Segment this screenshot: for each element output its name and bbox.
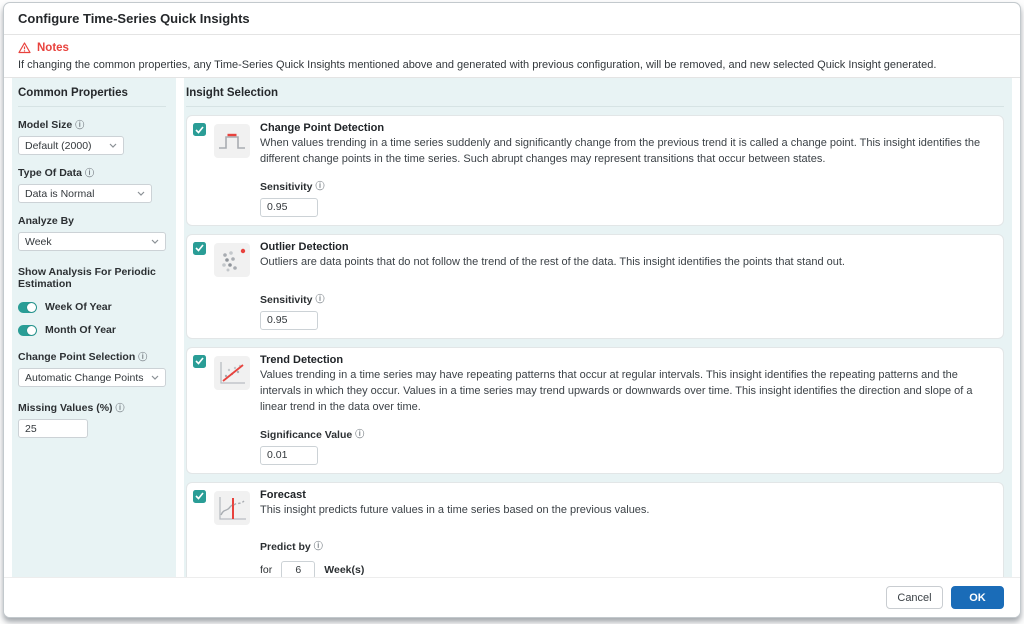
notes-section: Notes If changing the common properties,…	[4, 35, 1020, 78]
cancel-button[interactable]: Cancel	[886, 586, 943, 609]
dialog-title: Configure Time-Series Quick Insights	[18, 11, 250, 26]
missing-values-label: Missing Values (%)	[18, 402, 113, 414]
chevron-down-icon	[137, 191, 145, 196]
change-point-detection-card: Change Point Detection When values trend…	[186, 115, 1004, 226]
change-point-selection-dropdown[interactable]: Automatic Change Points	[18, 368, 166, 387]
month-of-year-row: Month Of Year	[18, 324, 166, 336]
chevron-down-icon	[151, 375, 159, 380]
insight-selection-title: Insight Selection	[186, 78, 1004, 107]
outlier-icon	[214, 242, 250, 277]
forecast-checkbox[interactable]	[193, 489, 206, 503]
model-size-dropdown[interactable]: Default (2000)	[18, 136, 124, 155]
change-point-detection-checkbox[interactable]	[193, 123, 206, 136]
sensitivity-input[interactable]	[260, 310, 318, 330]
analyze-by-value: Week	[25, 235, 52, 248]
model-size-label: Model Size	[18, 119, 73, 131]
title-bar: Configure Time-Series Quick Insights	[4, 3, 1020, 35]
card-description: Values trending in a time series may hav…	[260, 368, 973, 413]
week-of-year-toggle[interactable]	[18, 301, 37, 313]
predict-by-input[interactable]	[281, 560, 316, 577]
month-of-year-toggle[interactable]	[18, 324, 37, 336]
model-size-value: Default (2000)	[25, 139, 92, 152]
sensitivity-label: Sensitivity	[260, 180, 313, 193]
analyze-by-label: Analyze By	[18, 215, 75, 227]
info-icon[interactable]: ⓘ	[314, 542, 323, 551]
notes-text: If changing the common properties, any T…	[18, 59, 937, 71]
info-icon[interactable]: ⓘ	[116, 403, 125, 413]
card-title: Change Point Detection	[260, 122, 385, 134]
notes-label: Notes	[37, 42, 69, 54]
forecast-card: Forecast This insight predicts future va…	[186, 481, 1004, 577]
chevron-down-icon	[109, 143, 117, 148]
warning-icon	[18, 42, 31, 54]
insight-selection-panel: Insight Selection Change Point Detection…	[184, 78, 1012, 577]
predict-by-label: Predict by	[260, 540, 311, 553]
trend-detection-card: Trend Detection Values trending in a tim…	[186, 346, 1004, 474]
forecast-icon	[214, 490, 250, 525]
common-properties-panel: Common Properties Model Size ⓘ Default (…	[12, 78, 176, 577]
trend-icon	[214, 355, 250, 390]
info-icon[interactable]: ⓘ	[355, 430, 364, 439]
missing-values-input[interactable]	[18, 419, 88, 438]
week-of-year-row: Week Of Year	[18, 301, 166, 313]
for-label: for	[260, 563, 273, 576]
info-icon[interactable]: ⓘ	[138, 352, 147, 362]
outlier-detection-card: Outlier Detection Outliers are data poin…	[186, 233, 1004, 339]
predict-row: for Week(s)	[260, 560, 993, 577]
ok-button[interactable]: OK	[951, 586, 1004, 609]
chevron-down-icon	[151, 239, 159, 244]
change-point-selection-value: Automatic Change Points	[25, 371, 144, 384]
outlier-detection-checkbox[interactable]	[193, 241, 206, 255]
type-of-data-label: Type Of Data	[18, 167, 82, 179]
significance-value-input[interactable]	[260, 445, 318, 465]
info-icon[interactable]: ⓘ	[85, 168, 94, 178]
change-point-icon	[214, 124, 250, 158]
card-description: When values trending in a time series su…	[260, 137, 981, 165]
info-icon[interactable]: ⓘ	[316, 295, 325, 304]
card-title: Trend Detection	[260, 353, 344, 366]
card-description: Outliers are data points that do not fol…	[260, 255, 845, 268]
weeks-unit-label: Week(s)	[324, 563, 365, 576]
main-area: Common Properties Model Size ⓘ Default (…	[4, 78, 1020, 577]
card-title: Forecast	[260, 488, 306, 501]
type-of-data-value: Data is Normal	[25, 187, 95, 200]
sensitivity-input[interactable]	[260, 197, 318, 217]
footer-bar: Cancel OK	[4, 577, 1020, 617]
common-properties-title: Common Properties	[18, 78, 166, 107]
change-point-selection-label: Change Point Selection	[18, 351, 136, 363]
month-of-year-label: Month Of Year	[45, 324, 116, 336]
type-of-data-dropdown[interactable]: Data is Normal	[18, 184, 152, 203]
card-title: Outlier Detection	[260, 240, 349, 253]
info-icon[interactable]: ⓘ	[316, 182, 325, 191]
significance-value-label: Significance Value	[260, 428, 353, 441]
info-icon[interactable]: ⓘ	[75, 120, 84, 130]
analyze-by-dropdown[interactable]: Week	[18, 232, 166, 251]
sensitivity-label: Sensitivity	[260, 293, 313, 306]
trend-detection-checkbox[interactable]	[193, 354, 206, 368]
configure-dialog: Configure Time-Series Quick Insights Not…	[3, 2, 1021, 618]
card-description: This insight predicts future values in a…	[260, 503, 650, 516]
week-of-year-label: Week Of Year	[45, 301, 112, 313]
periodic-estimation-header: Show Analysis For Periodic Estimation	[18, 266, 156, 290]
